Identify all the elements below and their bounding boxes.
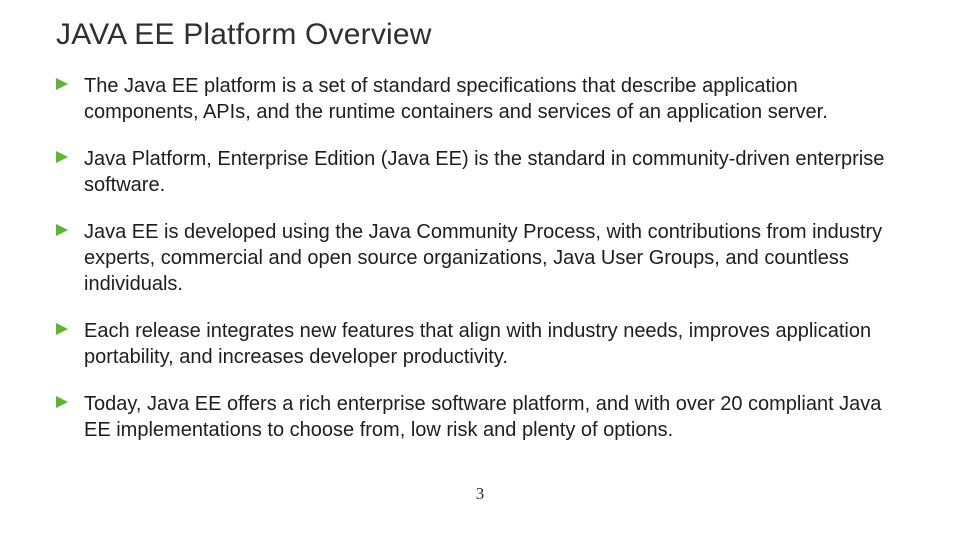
list-item: Today, Java EE offers a rich enterprise … [78, 392, 912, 443]
arrow-right-icon [56, 323, 70, 337]
arrow-right-icon [56, 396, 70, 410]
list-item: Java Platform, Enterprise Edition (Java … [78, 147, 912, 198]
bullet-text: Java Platform, Enterprise Edition (Java … [84, 148, 884, 196]
slide: JAVA EE Platform Overview The Java EE pl… [0, 0, 960, 540]
list-item: Java EE is developed using the Java Comm… [78, 220, 912, 297]
bullet-text: Today, Java EE offers a rich enterprise … [84, 393, 881, 441]
bullet-text: Java EE is developed using the Java Comm… [84, 221, 882, 294]
bullet-text: The Java EE platform is a set of standar… [84, 75, 828, 123]
bullet-list: The Java EE platform is a set of standar… [56, 74, 912, 444]
arrow-right-icon [56, 151, 70, 165]
arrow-right-icon [56, 224, 70, 238]
list-item: The Java EE platform is a set of standar… [78, 74, 912, 125]
bullet-text: Each release integrates new features tha… [84, 320, 871, 368]
slide-title: JAVA EE Platform Overview [56, 18, 912, 52]
list-item: Each release integrates new features tha… [78, 319, 912, 370]
arrow-right-icon [56, 78, 70, 92]
page-number: 3 [0, 484, 960, 504]
